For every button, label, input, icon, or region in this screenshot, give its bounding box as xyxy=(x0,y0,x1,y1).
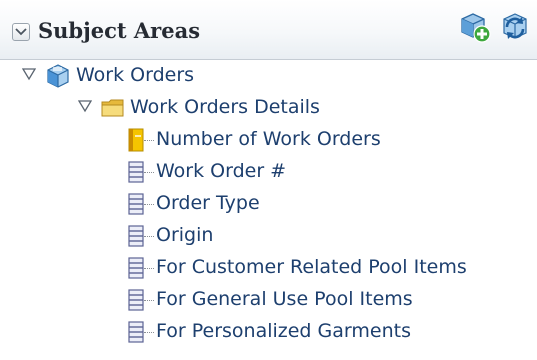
tree-item-label[interactable]: Origin xyxy=(156,224,213,246)
tree-item-personalized-garments[interactable]: For Personalized Garments xyxy=(0,316,537,348)
tree-item-number-of-work-orders[interactable]: Number of Work Orders xyxy=(0,124,537,156)
tree-connector xyxy=(144,172,154,173)
tree-item-label[interactable]: Number of Work Orders xyxy=(156,128,381,150)
tree-node-label[interactable]: Work Orders xyxy=(76,64,194,86)
refresh-button[interactable] xyxy=(498,10,532,44)
chevron-down-icon xyxy=(15,28,27,36)
tree-connector xyxy=(144,300,154,301)
tree-item-label[interactable]: Order Type xyxy=(156,192,260,214)
panel-title: Subject Areas xyxy=(38,18,201,43)
tree-item-label[interactable]: Work Order # xyxy=(156,160,286,182)
refresh-icon xyxy=(503,13,527,39)
tree-item-customer-related-pool-items[interactable]: For Customer Related Pool Items xyxy=(0,252,537,284)
panel-header: Subject Areas xyxy=(0,0,537,60)
tree-item-label[interactable]: For Customer Related Pool Items xyxy=(156,256,467,278)
collapse-button[interactable] xyxy=(12,23,30,41)
tree-item-general-use-pool-items[interactable]: For General Use Pool Items xyxy=(0,284,537,316)
tree-node-work-orders[interactable]: Work Orders xyxy=(0,60,537,92)
tree-connector xyxy=(144,204,154,205)
tree-item-order-type[interactable]: Order Type xyxy=(0,188,537,220)
tree-node-label[interactable]: Work Orders Details xyxy=(130,96,320,118)
tree-item-work-order-number[interactable]: Work Order # xyxy=(0,156,537,188)
folder-icon xyxy=(101,99,124,117)
tree-connector xyxy=(144,140,154,141)
add-subject-area-button[interactable] xyxy=(458,10,492,44)
subject-areas-panel: Subject Areas Work Orders Work Orders De… xyxy=(0,0,537,360)
cube-plus-icon xyxy=(461,13,491,43)
tree-connector xyxy=(144,268,154,269)
tree-item-label[interactable]: For General Use Pool Items xyxy=(156,288,413,310)
expand-triangle-icon[interactable] xyxy=(22,67,36,81)
tree-item-label[interactable]: For Personalized Garments xyxy=(156,320,411,342)
tree-node-work-orders-details[interactable]: Work Orders Details xyxy=(0,92,537,124)
subject-area-cube-icon xyxy=(47,64,69,88)
expand-triangle-icon[interactable] xyxy=(78,99,92,113)
tree-connector xyxy=(144,332,154,333)
tree-connector xyxy=(144,236,154,237)
tree-item-origin[interactable]: Origin xyxy=(0,220,537,252)
